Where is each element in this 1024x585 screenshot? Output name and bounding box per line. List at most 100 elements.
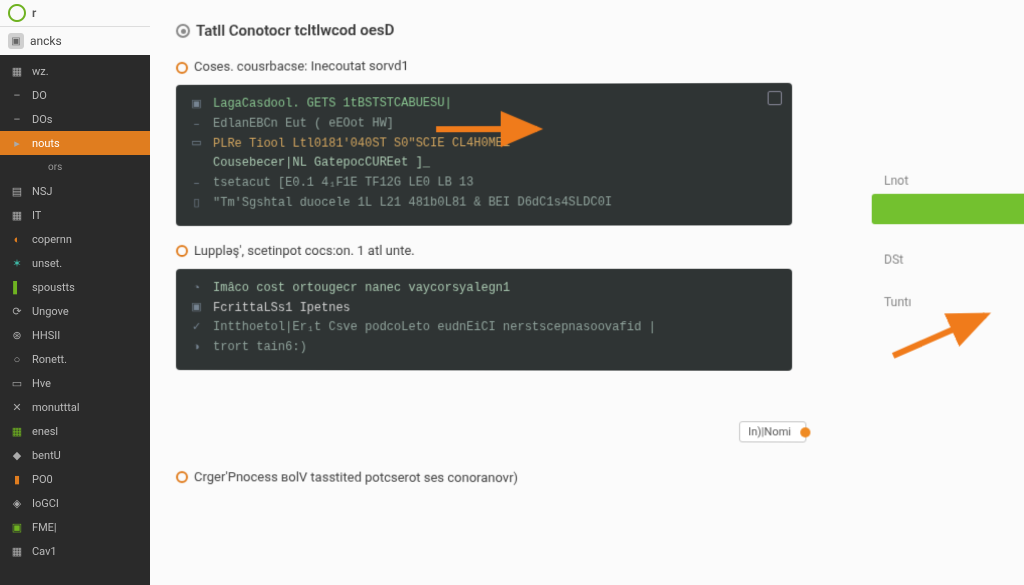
code-line: ▣ FcrittaLSs1 Ipetnes bbox=[190, 299, 778, 319]
sidebar-item-icon bbox=[26, 160, 40, 174]
code-text: "Tm'Sgshtal duocele 1L L21 481b0L81 & BE… bbox=[213, 193, 612, 213]
app-logo-icon bbox=[8, 4, 26, 22]
right-panel-active-row[interactable] bbox=[872, 194, 1024, 225]
sidebar-item-label: Hve bbox=[32, 377, 51, 390]
sidebar-item-label: IT bbox=[32, 209, 41, 222]
sidebar-item-icon: ▦ bbox=[10, 424, 24, 438]
sidebar-item-label: enesl bbox=[32, 425, 58, 438]
sidebar-item-icon: ▌ bbox=[10, 280, 24, 294]
sidebar-item-6[interactable]: ▦IT bbox=[0, 203, 150, 227]
sidebar-item-icon: ▤ bbox=[10, 184, 24, 198]
sidebar-item-label: Cav1 bbox=[32, 545, 57, 558]
gutter-icon: ▭ bbox=[190, 135, 203, 153]
sidebar-item-19[interactable]: ▣ FME| bbox=[0, 515, 150, 539]
code-text: PLRe Tiool Ltl0181'040ST S0"SCIE CL4H0ME… bbox=[213, 134, 510, 155]
right-panel: Lnot DSt Tuntı bbox=[872, 173, 1024, 309]
sidebar-item-icon: ▸ bbox=[10, 136, 24, 150]
tag-chip-label: In)|Nomi bbox=[739, 421, 806, 442]
title-bullet-icon bbox=[176, 24, 190, 38]
sidebar-item-icon: ⊛ bbox=[10, 328, 24, 342]
sidebar-item-9[interactable]: ▌spoustts bbox=[0, 275, 150, 299]
sidebar-item-1[interactable]: –DO bbox=[0, 83, 150, 107]
code-text: Cousebecer|NL GatepocCUREet ]_ bbox=[213, 154, 430, 174]
code-block-1[interactable]: ▣ LagaCasdool. GETS 1tBSTSTCABUESU|–Edlan… bbox=[176, 83, 792, 226]
sidebar-item-13[interactable]: ▭Hve bbox=[0, 371, 150, 395]
code-text: trort tain6:) bbox=[213, 338, 307, 358]
step-1-caption: Coses. cousrbacse: Inecoutat sorvd1 bbox=[194, 59, 409, 75]
sidebar-item-label: Ungove bbox=[32, 305, 69, 318]
sidebar-item-icon: ✕ bbox=[10, 400, 24, 414]
code-line: ◑ trort tain6:) bbox=[190, 338, 778, 358]
sidebar-item-icon: ◈ bbox=[10, 496, 24, 510]
sidebar-item-label: HHSII bbox=[32, 329, 60, 342]
app-header: r bbox=[0, 0, 150, 27]
sidebar-item-label: ors bbox=[48, 162, 62, 173]
sidebar-item-20[interactable]: ▦Cav1 bbox=[0, 539, 150, 563]
gutter-icon: ◑ bbox=[190, 339, 203, 357]
annotation-arrow-icon bbox=[888, 305, 1001, 366]
sidebar-item-15[interactable]: ▦ enesl bbox=[0, 419, 150, 443]
right-panel-row-2[interactable]: Tuntı bbox=[872, 295, 1024, 309]
code-block-2[interactable]: ◔Imâco cost ortougecr nanec vaycorsyaleg… bbox=[176, 269, 792, 371]
code-line: Cousebecer|NL GatepocCUREet ]_ bbox=[190, 153, 778, 174]
sidebar-item-label: IоGCI bbox=[32, 497, 59, 510]
sidebar-item-11[interactable]: ⊛ HHSII bbox=[0, 323, 150, 347]
brand-label: ancks bbox=[30, 34, 62, 48]
sidebar-item-label: Ronett. bbox=[32, 353, 67, 366]
page-title: Tatll Conotocr tcltlwcod oesD bbox=[196, 21, 394, 40]
gutter-icon: ▣ bbox=[190, 299, 203, 317]
sidebar-item-8[interactable]: ✶unset. bbox=[0, 251, 150, 275]
code-text: FcrittaLSs1 Ipetnes bbox=[213, 299, 350, 319]
gutter-icon: ▯ bbox=[190, 195, 203, 213]
sidebar-item-icon: ○ bbox=[10, 352, 24, 366]
copy-icon[interactable] bbox=[768, 91, 782, 105]
sidebar-item-10[interactable]: ⟳ Ungove bbox=[0, 299, 150, 323]
sidebar-item-icon: – bbox=[10, 88, 24, 102]
sidebar-nav: ▦wz.–DO–DOs▸noutsors▤NSJ▦IT◐copernn✶unse… bbox=[0, 55, 150, 585]
sidebar-item-icon: ▣ bbox=[10, 520, 24, 534]
sidebar-item-0[interactable]: ▦wz. bbox=[0, 59, 150, 83]
code-line: ▯ "Tm'Sgshtal duocele 1L L21 481b0L81 & B… bbox=[190, 193, 778, 214]
sidebar-item-5[interactable]: ▤NSJ bbox=[0, 179, 150, 203]
code-line: ▣ LagaCasdool. GETS 1tBSTSTCABUESU| bbox=[190, 93, 778, 115]
sidebar-item-icon: ◐ bbox=[10, 232, 24, 246]
sidebar-item-16[interactable]: ◆bentU bbox=[0, 443, 150, 467]
sidebar-item-label: copernn bbox=[32, 233, 72, 246]
sidebar-item-icon: ⟳ bbox=[10, 304, 24, 318]
code-text: LagaCasdool. GETS 1tBSTSTCABUESU| bbox=[213, 94, 452, 115]
step-marker-icon bbox=[176, 245, 188, 257]
code-line: –tsetacut [E0.1 4₁F1E TF12G LE0 LB 13 bbox=[190, 173, 778, 194]
step-2-caption: Luppləş', scetinpot cocs:on. 1 atl unte. bbox=[194, 244, 415, 259]
step-1-caption-row: Coses. cousrbacse: Inecoutat sorvd1 bbox=[176, 57, 1005, 75]
sidebar-item-label: wz. bbox=[32, 65, 49, 78]
sidebar-item-17[interactable]: ▮PO0 bbox=[0, 467, 150, 491]
sidebar-item-label: FME| bbox=[32, 521, 57, 534]
tag-chip[interactable]: In)|Nomi bbox=[739, 421, 810, 442]
sidebar-item-icon: ✶ bbox=[10, 256, 24, 270]
sidebar-item-label: monutttal bbox=[32, 401, 80, 414]
code-line: ◔Imâco cost ortougecr nanec vaycorsyaleg… bbox=[190, 279, 778, 299]
step-marker-icon bbox=[176, 61, 188, 73]
step-3-caption: Crger'Pnocess вolV tasstited potcserot s… bbox=[194, 470, 518, 486]
sidebar-item-4[interactable]: ors bbox=[0, 155, 150, 179]
brand-row[interactable]: ▣ ancks bbox=[0, 27, 150, 55]
sidebar-item-label: DO bbox=[32, 89, 47, 102]
app-short-name: r bbox=[32, 6, 36, 20]
code-line: ▭ PLRe Tiool Ltl0181'040ST S0"SCIE CL4H0M… bbox=[190, 133, 778, 154]
right-panel-row-1[interactable]: DSt bbox=[872, 252, 1024, 266]
sidebar-item-14[interactable]: ✕ monutttal bbox=[0, 395, 150, 419]
gutter-icon: ▣ bbox=[190, 96, 203, 114]
code-line: ✓Intthoetol|Er₁t Csve podcoLeto eudnEiCI… bbox=[190, 318, 778, 338]
sidebar-item-3[interactable]: ▸nouts bbox=[0, 131, 150, 155]
sidebar-item-18[interactable]: ◈ IоGCI bbox=[0, 491, 150, 515]
sidebar-item-icon: – bbox=[10, 112, 24, 126]
sidebar-item-label: PO0 bbox=[32, 473, 53, 486]
sidebar-item-2[interactable]: –DOs bbox=[0, 107, 150, 131]
code-line: –EdlanEBCn Eut ( eEOot HW] bbox=[190, 113, 778, 134]
sidebar-item-icon: ◆ bbox=[10, 448, 24, 462]
sidebar-item-7[interactable]: ◐ copernn bbox=[0, 227, 150, 251]
right-panel-heading: Lnot bbox=[872, 173, 1024, 188]
tag-chip-dot-icon bbox=[800, 427, 810, 437]
sidebar-item-12[interactable]: ○ Ronett. bbox=[0, 347, 150, 371]
code-text: Imâco cost ortougecr nanec vaycorsyalegn… bbox=[213, 279, 510, 299]
